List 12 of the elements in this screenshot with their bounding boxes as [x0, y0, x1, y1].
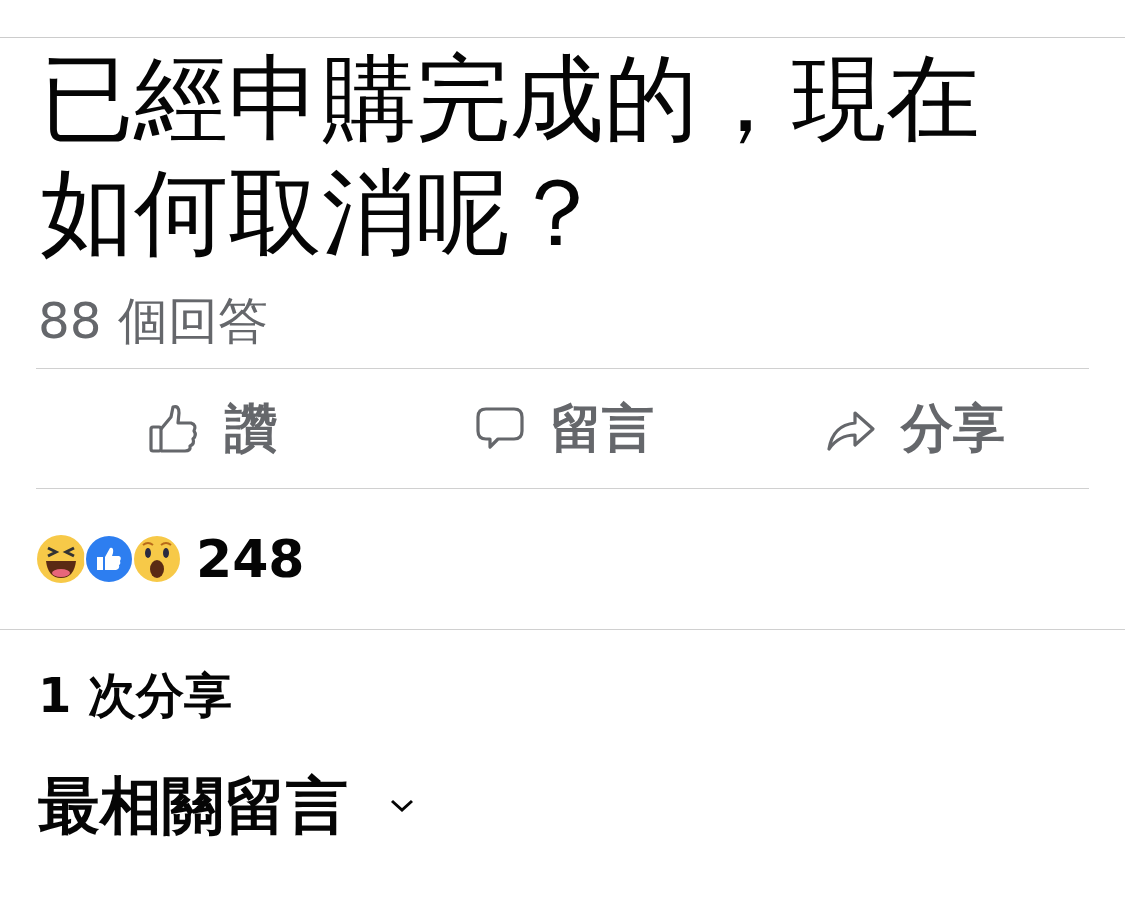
reaction-count: 248 — [196, 529, 305, 589]
comment-button[interactable]: 留言 — [387, 369, 738, 488]
thumbs-up-icon — [84, 534, 134, 584]
answer-count: 88 個回答 — [37, 291, 269, 352]
laughing-face-icon — [36, 534, 86, 584]
share-count: 1 次分享 — [37, 666, 234, 725]
question-title: 已經申購完成的，現在如何取消呢？ — [39, 43, 981, 269]
chevron-down-icon — [388, 797, 416, 815]
like-button[interactable]: 讚 — [36, 369, 387, 488]
comment-sort-dropdown[interactable]: 最相關留言 — [0, 764, 416, 848]
surprised-face-icon — [132, 534, 182, 584]
share-button[interactable]: 分享 — [738, 369, 1089, 488]
